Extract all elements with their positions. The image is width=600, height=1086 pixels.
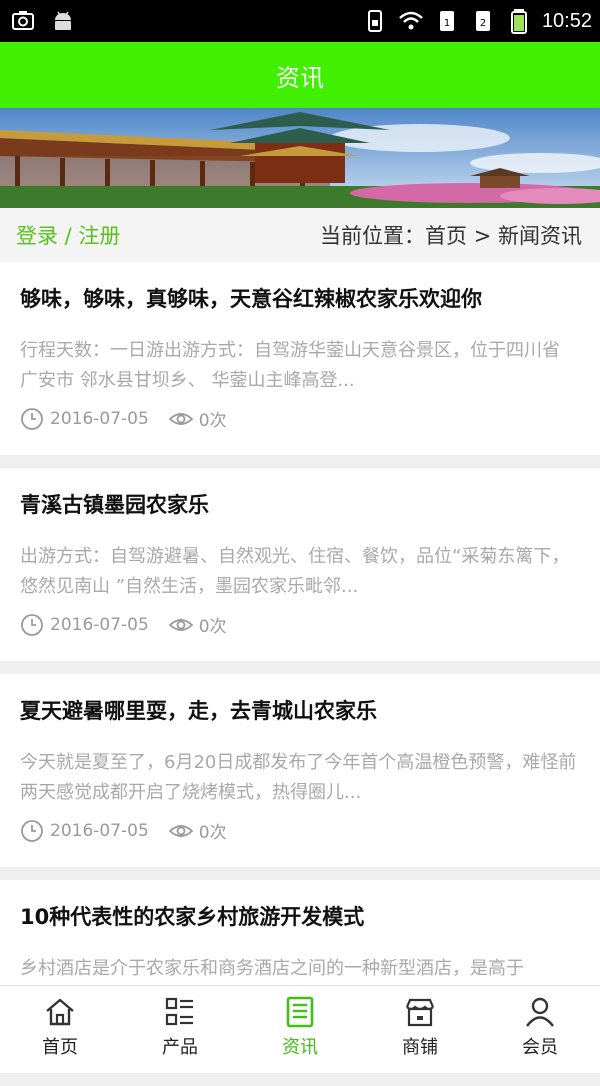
- svg-text:2: 2: [480, 18, 486, 29]
- status-bar: 1 2 10:52: [0, 0, 600, 42]
- article-item[interactable]: 够味，够味，真够味，天意谷红辣椒农家乐欢迎你 行程天数：一日游出游方式：自驾游华…: [0, 262, 600, 455]
- sim1-icon: 1: [439, 11, 454, 31]
- article-title[interactable]: 够味，够味，真够味，天意谷红辣椒农家乐欢迎你: [20, 284, 580, 314]
- clock-icon: [21, 613, 43, 636]
- eye-icon: [168, 618, 193, 631]
- article-meta: 2016-07-05 0次: [20, 612, 580, 637]
- shop-icon: [405, 998, 435, 1026]
- article-meta: 2016-07-05 0次: [20, 818, 580, 843]
- tab-shops[interactable]: 商铺: [360, 986, 480, 1067]
- article-title[interactable]: 青溪古镇墨园农家乐: [20, 490, 580, 520]
- tab-home[interactable]: 首页: [0, 986, 120, 1067]
- vibrate-icon: [367, 10, 382, 32]
- status-time: 10:52: [541, 9, 592, 32]
- article-views: 0次: [198, 617, 227, 637]
- article-item[interactable]: 夏天避暑哪里耍，走，去青城山农家乐 今天就是夏至了，6月20日成都发布了今年首个…: [0, 674, 600, 867]
- login-register-link[interactable]: 登录 / 注册: [16, 220, 120, 250]
- article-summary: 出游方式：自驾游避暑、自然观光、住宿、餐饮，品位“采菊东篱下，悠然见南山 ”自然…: [20, 546, 570, 597]
- bottom-tab-bar: 首页 产品 资讯 商铺 会员: [0, 985, 600, 1067]
- page-title: 资讯: [276, 63, 324, 92]
- breadcrumb-bar: 登录 / 注册 当前位置：首页 > 新闻资讯: [0, 208, 600, 262]
- android-icon: [55, 11, 71, 30]
- tab-member[interactable]: 会员: [480, 986, 600, 1067]
- article-date: 2016-07-05: [50, 408, 149, 429]
- screenshot-icon: [12, 11, 34, 30]
- eye-icon: [168, 824, 193, 837]
- news-icon: [286, 996, 314, 1027]
- eye-icon: [168, 412, 193, 425]
- article-title[interactable]: 夏天避暑哪里耍，走，去青城山农家乐: [20, 696, 580, 726]
- tab-label: 会员: [522, 1036, 558, 1058]
- article-summary: 行程天数：一日游出游方式：自驾游华蓥山天意谷景区，位于四川省 广安市 邻水县甘坝…: [20, 340, 560, 391]
- article-views: 0次: [198, 823, 227, 843]
- tab-products[interactable]: 产品: [120, 986, 240, 1067]
- banner-image[interactable]: [0, 108, 600, 208]
- article-date: 2016-07-05: [50, 614, 149, 635]
- article-meta: 2016-07-05 0次: [20, 406, 580, 431]
- sim2-icon: 2: [475, 11, 490, 31]
- battery-icon: [510, 9, 527, 34]
- tab-news[interactable]: 资讯: [240, 986, 360, 1067]
- tab-label: 资讯: [282, 1036, 318, 1058]
- article-list: 够味，够味，真够味，天意谷红辣椒农家乐欢迎你 行程天数：一日游出游方式：自驾游华…: [0, 262, 600, 1086]
- app-header: 资讯: [0, 42, 600, 108]
- grid-list-icon: [165, 997, 193, 1025]
- banner-scenery: [0, 108, 600, 208]
- wifi-icon: [399, 11, 423, 30]
- tab-label: 首页: [42, 1036, 78, 1058]
- article-views: 0次: [198, 411, 227, 431]
- tab-label: 商铺: [402, 1036, 438, 1058]
- svg-text:1: 1: [444, 18, 450, 29]
- article-summary: 今天就是夏至了，6月20日成都发布了今年首个高温橙色预警，难怪前两天感觉成都开启…: [20, 752, 577, 803]
- clock-icon: [21, 819, 43, 842]
- home-icon: [46, 998, 74, 1025]
- tab-label: 产品: [162, 1036, 198, 1058]
- article-title[interactable]: 10种代表性的农家乡村旅游开发模式: [20, 902, 580, 932]
- article-item[interactable]: 青溪古镇墨园农家乐 出游方式：自驾游避暑、自然观光、住宿、餐饮，品位“采菊东篱下…: [0, 468, 600, 661]
- clock-icon: [21, 407, 43, 430]
- breadcrumb: 当前位置：首页 > 新闻资讯: [320, 224, 582, 248]
- user-icon: [526, 997, 554, 1027]
- article-date: 2016-07-05: [50, 820, 149, 841]
